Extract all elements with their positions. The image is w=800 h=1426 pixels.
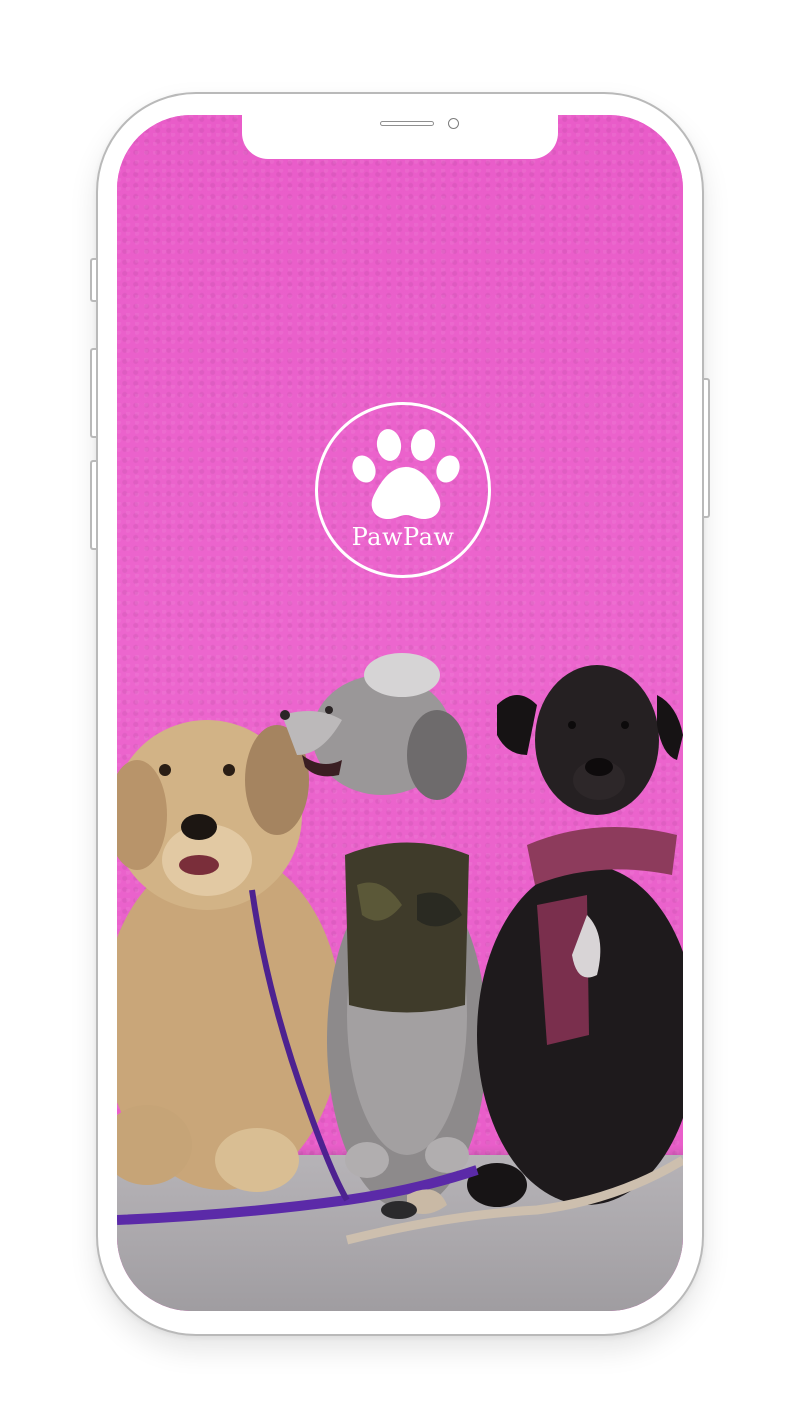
app-logo: PawPaw (315, 402, 491, 578)
earpiece-speaker (380, 121, 434, 126)
dogs-photo (117, 653, 683, 1245)
brand-name: PawPaw (351, 523, 455, 551)
power-button (704, 378, 710, 518)
splash-screen[interactable] (117, 115, 683, 1311)
paw-icon (352, 429, 460, 519)
volume-down-button (90, 460, 96, 550)
front-camera (448, 118, 459, 129)
leash-clip (381, 1201, 417, 1219)
wheaten-terrier-dog (117, 720, 342, 1192)
volume-up-button (90, 348, 96, 438)
device-mockup: PawPaw (0, 0, 800, 1426)
mute-switch (90, 258, 96, 302)
black-dog (467, 665, 683, 1207)
